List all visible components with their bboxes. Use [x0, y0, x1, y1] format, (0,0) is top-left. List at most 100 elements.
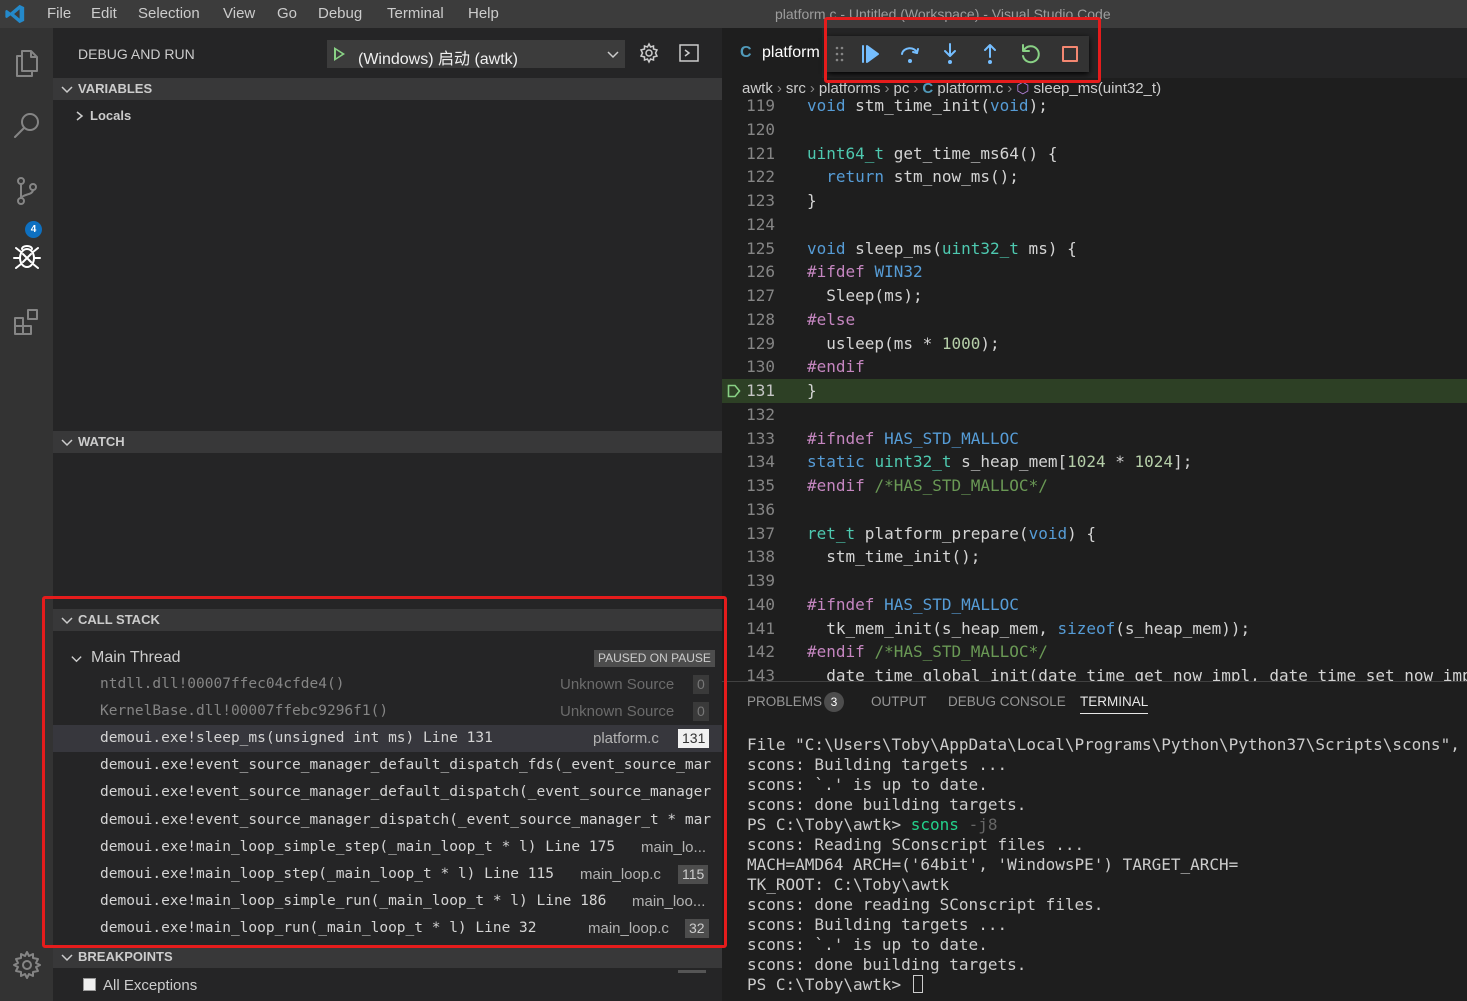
- all-exceptions-breakpoint[interactable]: All Exceptions: [83, 977, 197, 994]
- watch-section-header[interactable]: WATCH: [53, 431, 722, 453]
- line-number[interactable]: 130: [725, 355, 775, 379]
- code-line[interactable]: 122 return stm_now_ms();: [722, 165, 1467, 189]
- line-number[interactable]: 139: [725, 569, 775, 593]
- highlight-box-toolbar: [824, 17, 1101, 83]
- line-number[interactable]: 137: [725, 522, 775, 546]
- line-number[interactable]: 124: [725, 213, 775, 237]
- code-text: #endif /*HAS_STD_MALLOC*/: [807, 642, 1048, 662]
- vscode-logo-icon: [5, 4, 25, 24]
- code-line[interactable]: 130 #endif: [722, 355, 1467, 379]
- editor-tab-platform[interactable]: C platform: [722, 28, 822, 78]
- terminal-text: TK_ROOT: C:\Toby\awtk: [747, 875, 950, 894]
- code-line[interactable]: 119 void stm_time_init(void);: [722, 94, 1467, 118]
- all-exceptions-checkbox[interactable]: [83, 978, 96, 991]
- debug-console-icon[interactable]: [678, 42, 700, 64]
- code-line[interactable]: 133 #ifndef HAS_STD_MALLOC: [722, 427, 1467, 451]
- line-number[interactable]: 141: [725, 617, 775, 641]
- tab-terminal[interactable]: TERMINAL: [1080, 694, 1149, 714]
- line-number[interactable]: 143: [725, 664, 775, 681]
- tab-output[interactable]: OUTPUT: [871, 694, 927, 709]
- code-text: }: [807, 191, 817, 210]
- code-text: stm_time_init();: [807, 547, 981, 567]
- terminal-text: scons: done building targets.: [747, 955, 1027, 974]
- code-line[interactable]: 140 #ifndef HAS_STD_MALLOC: [722, 593, 1467, 617]
- line-number[interactable]: 126: [725, 260, 775, 284]
- line-number[interactable]: 136: [725, 498, 775, 522]
- highlight-box-callstack: [42, 596, 727, 948]
- code-line[interactable]: 134 static uint32_t s_heap_mem[1024 * 102…: [722, 450, 1467, 474]
- chevron-down-icon: [61, 439, 73, 447]
- code-line[interactable]: 143 date_time_global_init(date_time_get_…: [722, 664, 1467, 681]
- code-line[interactable]: 124: [722, 213, 1467, 237]
- code-line[interactable]: 137 ret_t platform_prepare(void) {: [722, 522, 1467, 546]
- gear-icon[interactable]: [638, 42, 660, 64]
- line-number[interactable]: 128: [725, 308, 775, 332]
- launch-config-select[interactable]: (Windows) 启动 (awtk): [327, 40, 625, 68]
- locals-scope[interactable]: Locals: [73, 108, 131, 123]
- code-line[interactable]: 120: [722, 118, 1467, 142]
- line-number[interactable]: 122: [725, 165, 775, 189]
- line-number[interactable]: 142: [725, 640, 775, 664]
- code-line[interactable]: 127 Sleep(ms);: [722, 284, 1467, 308]
- terminal-command: scons: [910, 815, 959, 834]
- breakpoints-section-header[interactable]: BREAKPOINTS: [53, 946, 722, 968]
- code-text: #endif: [807, 357, 865, 377]
- tab-debug-console[interactable]: DEBUG CONSOLE: [948, 694, 1066, 709]
- start-debugging-icon[interactable]: [334, 47, 345, 61]
- menu-file[interactable]: File: [47, 0, 71, 28]
- line-number[interactable]: 133: [725, 427, 775, 451]
- title-bar: File Edit Selection View Go Debug Termin…: [0, 0, 1467, 28]
- menu-edit[interactable]: Edit: [91, 0, 117, 28]
- menu-selection[interactable]: Selection: [138, 0, 200, 28]
- terminal-text: scons: Building targets ...: [747, 915, 1008, 934]
- code-line[interactable]: 136: [722, 498, 1467, 522]
- menu-go[interactable]: Go: [277, 0, 297, 28]
- variables-section-header[interactable]: VARIABLES: [53, 78, 722, 100]
- line-number[interactable]: 132: [725, 403, 775, 427]
- terminal-text: scons: done building targets.: [747, 795, 1027, 814]
- code-text: void sleep_ms(uint32_t ms) {: [807, 238, 1077, 258]
- code-line[interactable]: 141 tk_mem_init(s_heap_mem, sizeof(s_hea…: [722, 617, 1467, 641]
- code-line[interactable]: 129 usleep(ms * 1000);: [722, 332, 1467, 356]
- c-file-icon: C: [740, 44, 752, 61]
- watch-label: WATCH: [78, 434, 125, 449]
- code-line[interactable]: 123}: [722, 189, 1467, 213]
- line-number[interactable]: 134: [725, 450, 775, 474]
- code-line[interactable]: 125 void sleep_ms(uint32_t ms) {: [722, 237, 1467, 261]
- code-line[interactable]: 126 #ifdef WIN32: [722, 260, 1467, 284]
- line-number[interactable]: 135: [725, 474, 775, 498]
- code-line[interactable]: 121 uint64_t get_time_ms64() {: [722, 142, 1467, 166]
- line-number[interactable]: 125: [725, 237, 775, 261]
- code-line[interactable]: 138 stm_time_init();: [722, 545, 1467, 569]
- line-number[interactable]: 123: [725, 189, 775, 213]
- line-number[interactable]: 121: [725, 142, 775, 166]
- code-line[interactable]: 131}: [722, 379, 1467, 403]
- line-number[interactable]: 140: [725, 593, 775, 617]
- code-line[interactable]: 142 #endif /*HAS_STD_MALLOC*/: [722, 640, 1467, 664]
- terminal-line: PS C:\Toby\awtk>: [747, 975, 923, 995]
- callstack-scrollbar[interactable]: [678, 970, 706, 973]
- debug-button[interactable]: [0, 231, 53, 281]
- line-number[interactable]: 127: [725, 284, 775, 308]
- menu-debug[interactable]: Debug: [318, 0, 362, 28]
- menu-view[interactable]: View: [223, 0, 255, 28]
- code-line[interactable]: 128 #else: [722, 308, 1467, 332]
- launch-config-name: (Windows) 启动 (awtk): [358, 51, 519, 68]
- source-control-button[interactable]: [0, 166, 53, 216]
- line-number[interactable]: 138: [725, 545, 775, 569]
- code-line[interactable]: 139: [722, 569, 1467, 593]
- code-line[interactable]: 135 #endif /*HAS_STD_MALLOC*/: [722, 474, 1467, 498]
- menu-help[interactable]: Help: [468, 0, 499, 28]
- extensions-button[interactable]: [0, 296, 53, 346]
- menu-terminal[interactable]: Terminal: [387, 0, 444, 28]
- line-number[interactable]: 119: [725, 94, 775, 118]
- tab-problems[interactable]: PROBLEMS: [747, 694, 822, 709]
- code-text: #ifndef HAS_STD_MALLOC: [807, 428, 1019, 448]
- search-button[interactable]: [0, 101, 53, 151]
- line-number[interactable]: 129: [725, 332, 775, 356]
- line-number[interactable]: 120: [725, 118, 775, 142]
- terminal-line: MACH=AMD64 ARCH=('64bit', 'WindowsPE') T…: [747, 855, 1238, 875]
- code-line[interactable]: 132: [722, 403, 1467, 427]
- chevron-down-icon[interactable]: [605, 46, 621, 62]
- explorer-button[interactable]: [0, 38, 53, 88]
